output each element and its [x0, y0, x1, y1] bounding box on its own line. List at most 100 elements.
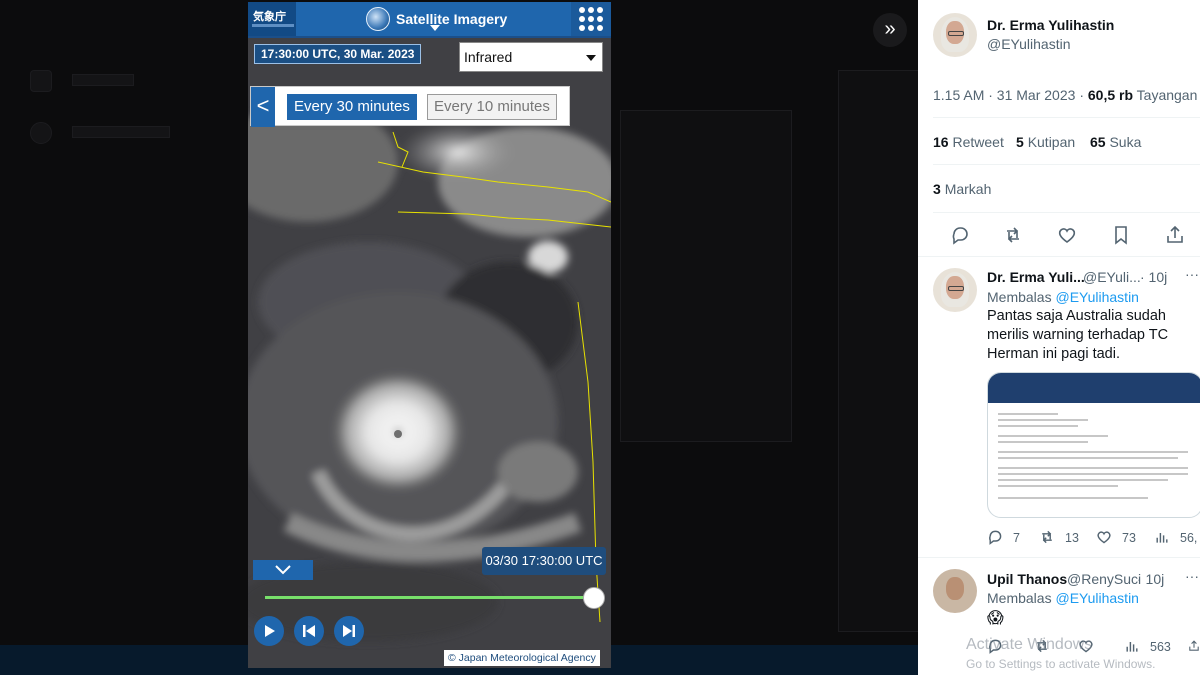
dropdown-caret-icon[interactable] — [430, 25, 440, 31]
reply-count: 7 — [1013, 531, 1020, 545]
doc-line — [998, 485, 1118, 487]
reply-age[interactable]: · 10j — [1137, 571, 1164, 587]
likes-label: Suka — [1109, 134, 1142, 150]
meta-separator: · — [1079, 87, 1088, 103]
background-card — [838, 70, 920, 632]
doc-line — [998, 497, 1148, 499]
background-card — [620, 110, 792, 442]
retweets-label: Retweet — [952, 134, 1004, 150]
reply-avatar[interactable] — [933, 268, 977, 312]
interval-30min-button[interactable]: Every 30 minutes — [287, 94, 417, 120]
views-icon[interactable] — [1124, 638, 1140, 654]
select-arrow-icon — [586, 55, 596, 61]
likes-count: 65 — [1090, 134, 1106, 150]
band-select-value: Infrared — [464, 49, 513, 65]
retweet-icon[interactable] — [1039, 529, 1055, 545]
retweet-icon[interactable] — [1003, 225, 1023, 245]
views-label: Tayangan — [1136, 87, 1198, 103]
background-nav-label — [72, 74, 134, 86]
divider — [933, 212, 1200, 213]
replying-to-handle[interactable]: @EYulihastin — [1055, 590, 1138, 606]
next-frame-button[interactable] — [334, 616, 364, 646]
tweet-meta: 1.15 AM · 31 Mar 2023 · 60,5 rb Tayangan — [933, 87, 1197, 103]
previous-frame-button[interactable] — [294, 616, 324, 646]
expand-panel-button[interactable]: » — [873, 13, 907, 47]
reply-author-name[interactable]: Upil Thanos — [987, 571, 1067, 587]
image-timestamp: 17:30:00 UTC, 30 Mar. 2023 — [254, 44, 422, 64]
replying-to-handle[interactable]: @EYulihastin — [1055, 289, 1138, 305]
band-select[interactable]: Infrared — [459, 42, 603, 72]
like-icon[interactable] — [1096, 529, 1112, 545]
reply-avatar[interactable] — [933, 569, 977, 613]
quotes-label: Kutipan — [1027, 134, 1076, 150]
globe-icon — [366, 7, 390, 31]
play-button[interactable] — [254, 616, 284, 646]
reply-image-card[interactable] — [987, 372, 1200, 518]
interval-panel: < Every 30 minutes Every 10 minutes — [250, 86, 570, 127]
tweet-time[interactable]: 1.15 AM · 31 Mar 2023 — [933, 87, 1075, 103]
reply-icon[interactable] — [987, 529, 1003, 545]
reply-author-name[interactable]: Dr. Erma Yuli... — [987, 269, 1085, 285]
background-nav-icon — [30, 70, 52, 92]
jma-logo[interactable]: 気象庁 — [248, 2, 296, 36]
more-options-icon[interactable]: ··· — [1185, 266, 1199, 282]
reply-author-handle[interactable]: @EYuli... — [1083, 269, 1141, 285]
doc-line — [998, 441, 1088, 443]
bom-document-banner — [988, 373, 1200, 403]
background-nav-icon — [30, 122, 52, 144]
divider — [918, 256, 1200, 257]
like-icon[interactable] — [1057, 225, 1077, 245]
share-icon[interactable] — [1188, 638, 1200, 654]
quotes-count: 5 — [1016, 134, 1024, 150]
collapse-button[interactable] — [253, 560, 313, 580]
reply-author-handle[interactable]: @RenySuci — [1067, 571, 1141, 587]
jma-logo-underline — [252, 24, 294, 27]
retweets-count: 16 — [933, 134, 949, 150]
replying-label: Membalas — [987, 289, 1052, 305]
reply-icon[interactable] — [950, 225, 970, 245]
divider — [933, 117, 1200, 118]
retweets-stat[interactable]: 16 Retweet — [933, 134, 1004, 150]
author-avatar[interactable] — [933, 13, 977, 57]
bookmarks-label: Markah — [944, 181, 992, 197]
views-count: 563 — [1150, 640, 1171, 654]
like-count: 73 — [1122, 531, 1136, 545]
skip-back-icon — [303, 625, 315, 637]
doc-line — [998, 479, 1168, 481]
timeline-slider[interactable] — [265, 596, 593, 599]
windows-activation-subtitle: Go to Settings to activate Windows. — [966, 657, 1156, 671]
quotes-stat[interactable]: 5 Kutipan — [1016, 134, 1075, 150]
chevron-down-icon — [275, 565, 291, 575]
author-name[interactable]: Dr. Erma Yulihastin — [987, 17, 1114, 33]
share-icon[interactable] — [1165, 225, 1185, 245]
interval-back-button[interactable]: < — [251, 87, 275, 127]
doc-line — [998, 457, 1178, 459]
skip-forward-icon — [343, 625, 355, 637]
bookmark-icon[interactable] — [1111, 225, 1131, 245]
replying-to: Membalas @EYulihastin — [987, 590, 1139, 606]
interval-10min-button[interactable]: Every 10 minutes — [427, 94, 557, 120]
likes-stat[interactable]: 65 Suka — [1090, 134, 1141, 150]
reply-age[interactable]: · 10j — [1140, 269, 1167, 285]
bookmarks-stat[interactable]: 3 Markah — [933, 181, 991, 197]
more-options-icon[interactable]: ··· — [1185, 568, 1199, 584]
doc-line — [998, 473, 1188, 475]
jma-logo-text: 気象庁 — [253, 11, 286, 23]
background-nav-label — [72, 126, 170, 138]
media-image: 気象庁 Satellite Imagery 17:30:00 UTC, 30 M… — [248, 2, 611, 668]
doc-line — [998, 451, 1188, 453]
replying-label: Membalas — [987, 590, 1052, 606]
doc-line — [998, 435, 1108, 437]
frame-time-label: 03/30 17:30:00 UTC — [482, 547, 606, 575]
views-icon[interactable] — [1154, 529, 1170, 545]
doc-line — [998, 419, 1088, 421]
app-title: Satellite Imagery — [396, 11, 508, 27]
doc-line — [998, 425, 1078, 427]
author-handle[interactable]: @EYulihastin — [987, 36, 1070, 52]
timeline-slider-handle[interactable] — [583, 587, 605, 609]
divider — [933, 164, 1200, 165]
reply-text: 😱 — [987, 610, 1004, 627]
divider — [918, 557, 1200, 558]
grid-menu-icon[interactable] — [571, 2, 611, 36]
app-header: 気象庁 Satellite Imagery — [248, 2, 611, 38]
